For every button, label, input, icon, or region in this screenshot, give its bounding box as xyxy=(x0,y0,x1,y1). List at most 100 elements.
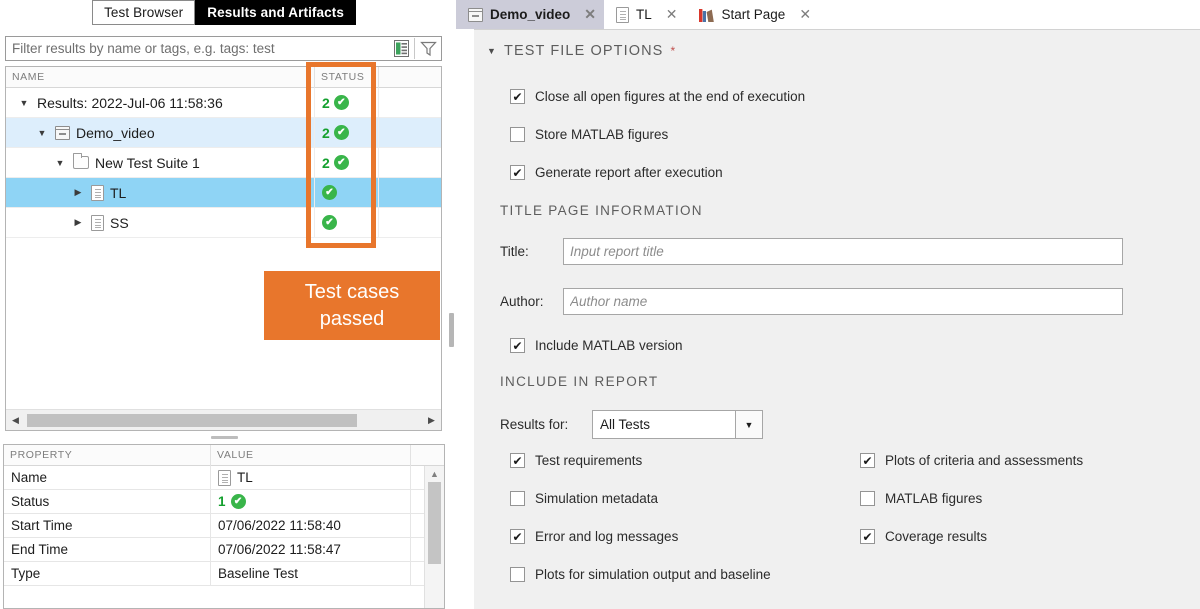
expand-collapse-down-icon[interactable]: ▼ xyxy=(16,98,32,108)
tree-row[interactable]: ▼Results: 2022-Jul-06 11:58:362✔ xyxy=(6,88,441,118)
property-row[interactable]: Status1✔ xyxy=(4,490,444,514)
tree-row[interactable]: ▶ SS ✔ xyxy=(6,208,441,238)
checkbox-plots-simulation-output-baseline[interactable] xyxy=(510,567,525,582)
option-generate-report[interactable]: ✔ Generate report after execution xyxy=(510,165,723,180)
close-icon[interactable]: ✕ xyxy=(584,6,596,23)
option-error-and-log-messages[interactable]: ✔ Error and log messages xyxy=(510,529,678,544)
checkbox-include-matlab-version[interactable]: ✔ xyxy=(510,338,525,353)
tree-row[interactable]: ▶ TL ✔ xyxy=(6,178,441,208)
test-file-icon xyxy=(468,8,483,22)
checkbox-error-and-log-messages[interactable]: ✔ xyxy=(510,529,525,544)
subheading-include-in-report: INCLUDE IN REPORT xyxy=(500,374,658,389)
editor-panel: Demo_video✕TL✕Start Page✕ ▼ TEST FILE OP… xyxy=(456,0,1200,609)
option-plots-criteria-assessments[interactable]: ✔ Plots of criteria and assessments xyxy=(860,453,1083,468)
scroll-left-icon[interactable]: ◀ xyxy=(6,415,25,426)
option-matlab-figures[interactable]: MATLAB figures xyxy=(860,491,982,506)
editor-tab-tl[interactable]: TL✕ xyxy=(604,0,686,29)
property-value: TL xyxy=(211,466,411,490)
scroll-right-icon[interactable]: ▶ xyxy=(422,415,441,426)
option-label: Plots for simulation output and baseline xyxy=(535,567,771,582)
checkbox-simulation-metadata[interactable] xyxy=(510,491,525,506)
panel-horizontal-splitter[interactable] xyxy=(0,432,448,442)
filter-bar xyxy=(5,36,442,61)
property-value: 07/06/2022 11:58:40 xyxy=(211,514,411,538)
editor-tab-demo-video[interactable]: Demo_video✕ xyxy=(456,0,604,29)
option-test-requirements[interactable]: ✔ Test requirements xyxy=(510,453,642,468)
option-label: Simulation metadata xyxy=(535,491,658,506)
property-value: 07/06/2022 11:58:47 xyxy=(211,538,411,562)
option-label: Include MATLAB version xyxy=(535,338,683,353)
status-passed-icon: ✔ xyxy=(334,155,349,170)
results-for-dropdown[interactable]: All Tests ▼ xyxy=(592,410,763,439)
chevron-down-icon[interactable]: ▼ xyxy=(735,411,762,438)
property-row[interactable]: TypeBaseline Test xyxy=(4,562,444,586)
pass-count: 2 xyxy=(322,95,330,111)
option-label: Generate report after execution xyxy=(535,165,723,180)
editor-tab-start-page[interactable]: Start Page✕ xyxy=(686,0,820,29)
tree-horizontal-scrollbar[interactable]: ◀ ▶ xyxy=(6,409,441,430)
property-value-text: Baseline Test xyxy=(218,566,298,581)
checkbox-store-matlab-figures[interactable] xyxy=(510,127,525,142)
filter-results-input[interactable] xyxy=(6,37,388,60)
option-coverage-results[interactable]: ✔ Coverage results xyxy=(860,529,987,544)
property-key: Name xyxy=(4,466,211,490)
checkbox-test-requirements[interactable]: ✔ xyxy=(510,453,525,468)
status-passed-icon: ✔ xyxy=(334,95,349,110)
tree-row-label: SS xyxy=(110,215,129,231)
expand-collapse-down-icon[interactable]: ▼ xyxy=(52,158,68,168)
option-label: Error and log messages xyxy=(535,529,678,544)
tree-row-status-cell: ✔ xyxy=(315,178,379,208)
tree-hscroll-thumb[interactable] xyxy=(27,414,357,427)
expand-collapse-down-icon[interactable]: ▼ xyxy=(34,128,50,138)
property-vertical-scrollbar[interactable]: ▲ xyxy=(424,466,444,609)
option-plots-simulation-output-baseline[interactable]: Plots for simulation output and baseline xyxy=(510,567,771,582)
checkbox-generate-report[interactable]: ✔ xyxy=(510,165,525,180)
checkbox-plots-criteria-assessments[interactable]: ✔ xyxy=(860,453,875,468)
report-author-input[interactable] xyxy=(563,288,1123,315)
tree-row[interactable]: ▼Demo_video2✔ xyxy=(6,118,441,148)
property-row[interactable]: Start Time07/06/2022 11:58:40 xyxy=(4,514,444,538)
document-icon xyxy=(616,7,629,23)
property-table: PROPERTY VALUE NameTLStatus1✔Start Time0… xyxy=(3,444,445,609)
expand-collapse-right-icon[interactable]: ▶ xyxy=(70,187,86,198)
property-col-extra xyxy=(411,445,444,466)
status-passed-icon: ✔ xyxy=(322,185,337,200)
annotation-callout-test-cases-passed: Test cases passed xyxy=(264,271,440,340)
option-close-all-figures[interactable]: ✔ Close all open figures at the end of e… xyxy=(510,89,805,104)
section-header-test-file-options[interactable]: ▼ TEST FILE OPTIONS* xyxy=(487,43,676,59)
tree-row-label: TL xyxy=(110,185,126,201)
option-include-matlab-version[interactable]: ✔ Include MATLAB version xyxy=(510,338,683,353)
expand-collapse-right-icon[interactable]: ▶ xyxy=(70,217,86,228)
checkbox-matlab-figures[interactable] xyxy=(860,491,875,506)
checkbox-coverage-results[interactable]: ✔ xyxy=(860,529,875,544)
option-label: Test requirements xyxy=(535,453,642,468)
panel-vertical-splitter[interactable] xyxy=(449,313,454,347)
tree-row-extra-cell xyxy=(379,88,441,118)
report-title-input[interactable] xyxy=(563,238,1123,265)
option-label: Store MATLAB figures xyxy=(535,127,668,142)
close-icon[interactable]: ✕ xyxy=(666,6,678,23)
list-view-icon[interactable] xyxy=(388,37,414,60)
option-simulation-metadata[interactable]: Simulation metadata xyxy=(510,491,658,506)
scroll-up-icon[interactable]: ▲ xyxy=(425,466,444,482)
tree-hscroll-track[interactable] xyxy=(359,414,422,427)
tab-test-browser[interactable]: Test Browser xyxy=(92,0,195,25)
tab-results-and-artifacts[interactable]: Results and Artifacts xyxy=(195,0,356,25)
option-store-matlab-figures[interactable]: Store MATLAB figures xyxy=(510,127,668,142)
tree-row-label: New Test Suite 1 xyxy=(95,155,200,171)
modified-marker: * xyxy=(670,44,676,58)
tree-row-status-cell: 2✔ xyxy=(315,88,379,118)
chevron-down-icon[interactable]: ▼ xyxy=(487,46,497,56)
property-col-value: VALUE xyxy=(211,445,411,466)
checkbox-close-all-figures[interactable]: ✔ xyxy=(510,89,525,104)
option-label: Coverage results xyxy=(885,529,987,544)
filter-funnel-icon[interactable] xyxy=(415,37,441,60)
status-passed-icon: ✔ xyxy=(322,215,337,230)
tree-row[interactable]: ▼New Test Suite 12✔ xyxy=(6,148,441,178)
property-vscroll-thumb[interactable] xyxy=(428,482,441,564)
property-value-text: 07/06/2022 11:58:40 xyxy=(218,518,341,533)
property-row[interactable]: NameTL xyxy=(4,466,444,490)
close-icon[interactable]: ✕ xyxy=(799,6,811,23)
books-icon xyxy=(698,7,715,23)
property-row[interactable]: End Time07/06/2022 11:58:47 xyxy=(4,538,444,562)
